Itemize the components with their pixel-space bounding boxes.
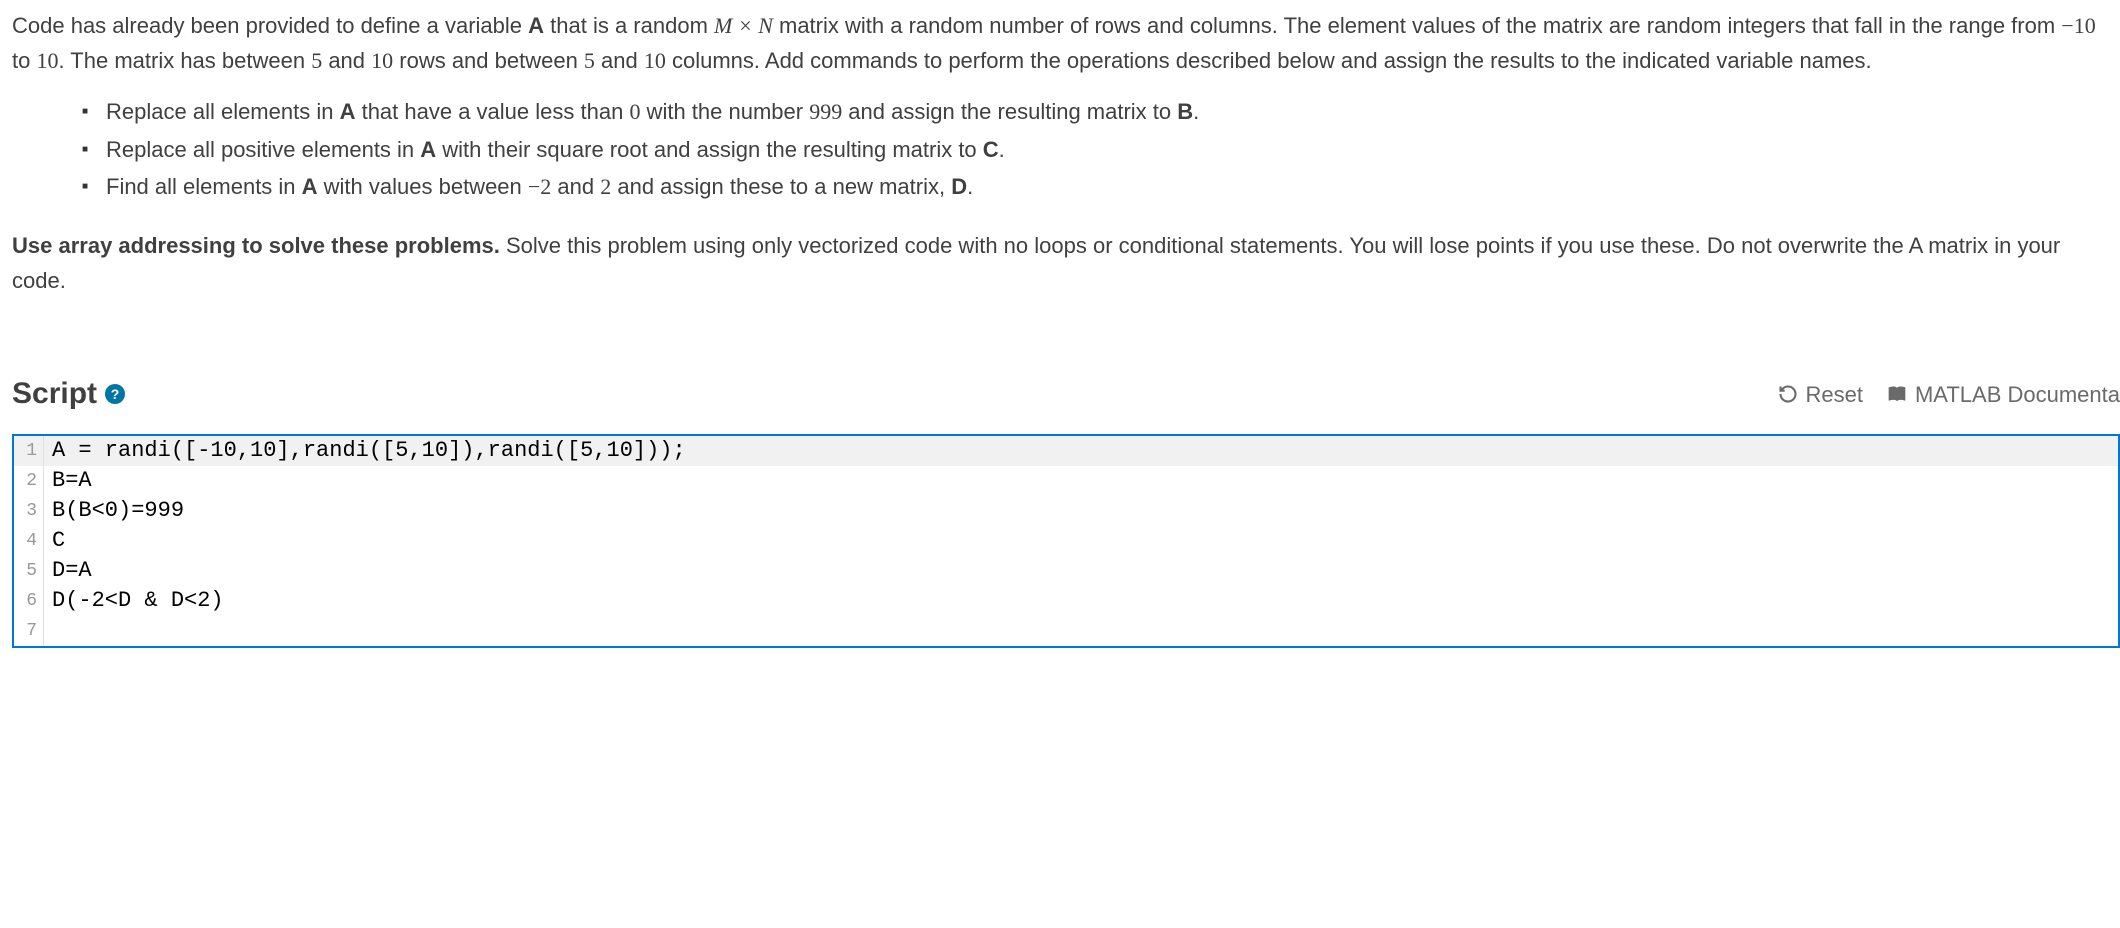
text: with their square root and assign the re… [436, 137, 983, 162]
line-number: 6 [14, 586, 44, 616]
code-line[interactable]: 3B(B<0)=999 [14, 496, 2118, 526]
text: and [551, 174, 600, 199]
code-line[interactable]: 1A = randi([-10,10],randi([5,10]),randi(… [14, 436, 2118, 466]
math-5: 5 [311, 48, 322, 73]
text: columns. Add commands to perform the ope… [666, 48, 1872, 73]
text: Replace all positive elements in [106, 137, 420, 162]
var-A: A [340, 99, 356, 124]
text: Replace all elements in [106, 99, 340, 124]
math-neg2: −2 [528, 174, 551, 199]
line-number: 5 [14, 556, 44, 586]
bullet-item-2: Replace all positive elements in A with … [82, 132, 2120, 167]
var-A: A [528, 13, 544, 38]
math-mxn: M × N [714, 13, 773, 38]
line-content[interactable]: D(-2<D & D<2) [44, 586, 2118, 616]
bullet-item-3: Find all elements in A with values betwe… [82, 169, 2120, 204]
text: and [595, 48, 644, 73]
problem-para-1: Code has already been provided to define… [12, 8, 2120, 78]
text: with the number [640, 99, 809, 124]
script-title-wrap: Script ? [12, 370, 125, 418]
script-actions: Reset MATLAB Documenta [1778, 377, 2120, 412]
text: matrix with a random number of rows and … [773, 13, 2061, 38]
line-content[interactable] [44, 616, 2118, 646]
math-0: 0 [629, 99, 640, 124]
bold-instruction: Use array addressing to solve these prob… [12, 233, 500, 258]
reset-button[interactable]: Reset [1778, 377, 1863, 412]
math-neg10: −10 [2061, 13, 2095, 38]
docs-label: MATLAB Documenta [1915, 377, 2120, 412]
line-number: 1 [14, 436, 44, 466]
text: and assign these to a new matrix, [611, 174, 951, 199]
code-line[interactable]: 6D(-2<D & D<2) [14, 586, 2118, 616]
text: and assign the resulting matrix to [842, 99, 1177, 124]
book-icon [1887, 384, 1907, 404]
problem-para-2: Use array addressing to solve these prob… [12, 228, 2120, 298]
text: and [322, 48, 371, 73]
var-D: D [951, 174, 967, 199]
line-number: 2 [14, 466, 44, 496]
bullet-item-1: Replace all elements in A that have a va… [82, 94, 2120, 129]
code-editor[interactable]: 1A = randi([-10,10],randi([5,10]),randi(… [12, 434, 2120, 648]
var-B: B [1177, 99, 1193, 124]
text: . [967, 174, 973, 199]
math-10c: 10 [644, 48, 666, 73]
code-line[interactable]: 7 [14, 616, 2118, 646]
math-2: 2 [600, 174, 611, 199]
code-line[interactable]: 5D=A [14, 556, 2118, 586]
line-content[interactable]: D=A [44, 556, 2118, 586]
reset-icon [1778, 384, 1798, 404]
math-999: 999 [809, 99, 842, 124]
line-content[interactable]: B=A [44, 466, 2118, 496]
text: . The matrix has between [58, 48, 311, 73]
text: . [999, 137, 1005, 162]
math-10: 10 [36, 48, 58, 73]
documentation-link[interactable]: MATLAB Documenta [1887, 377, 2120, 412]
math-5b: 5 [584, 48, 595, 73]
line-number: 3 [14, 496, 44, 526]
text: that have a value less than [355, 99, 629, 124]
text: Code has already been provided to define… [12, 13, 528, 38]
script-title: Script [12, 370, 97, 418]
math-10b: 10 [371, 48, 393, 73]
line-content[interactable]: A = randi([-10,10],randi([5,10]),randi([… [44, 436, 2118, 466]
script-header: Script ? Reset MATLAB Documenta [12, 370, 2120, 418]
help-icon[interactable]: ? [105, 384, 125, 404]
line-content[interactable]: B(B<0)=999 [44, 496, 2118, 526]
var-A: A [302, 174, 318, 199]
text: Find all elements in [106, 174, 302, 199]
reset-label: Reset [1806, 377, 1863, 412]
text: to [12, 48, 36, 73]
text: . [1193, 99, 1199, 124]
code-line[interactable]: 4C [14, 526, 2118, 556]
line-content[interactable]: C [44, 526, 2118, 556]
line-number: 4 [14, 526, 44, 556]
text: with values between [318, 174, 528, 199]
text: that is a random [544, 13, 714, 38]
var-C: C [983, 137, 999, 162]
bullet-list: Replace all elements in A that have a va… [12, 94, 2120, 204]
text: rows and between [393, 48, 584, 73]
code-line[interactable]: 2B=A [14, 466, 2118, 496]
var-A: A [420, 137, 436, 162]
problem-statement: Code has already been provided to define… [12, 8, 2120, 298]
line-number: 7 [14, 616, 44, 646]
